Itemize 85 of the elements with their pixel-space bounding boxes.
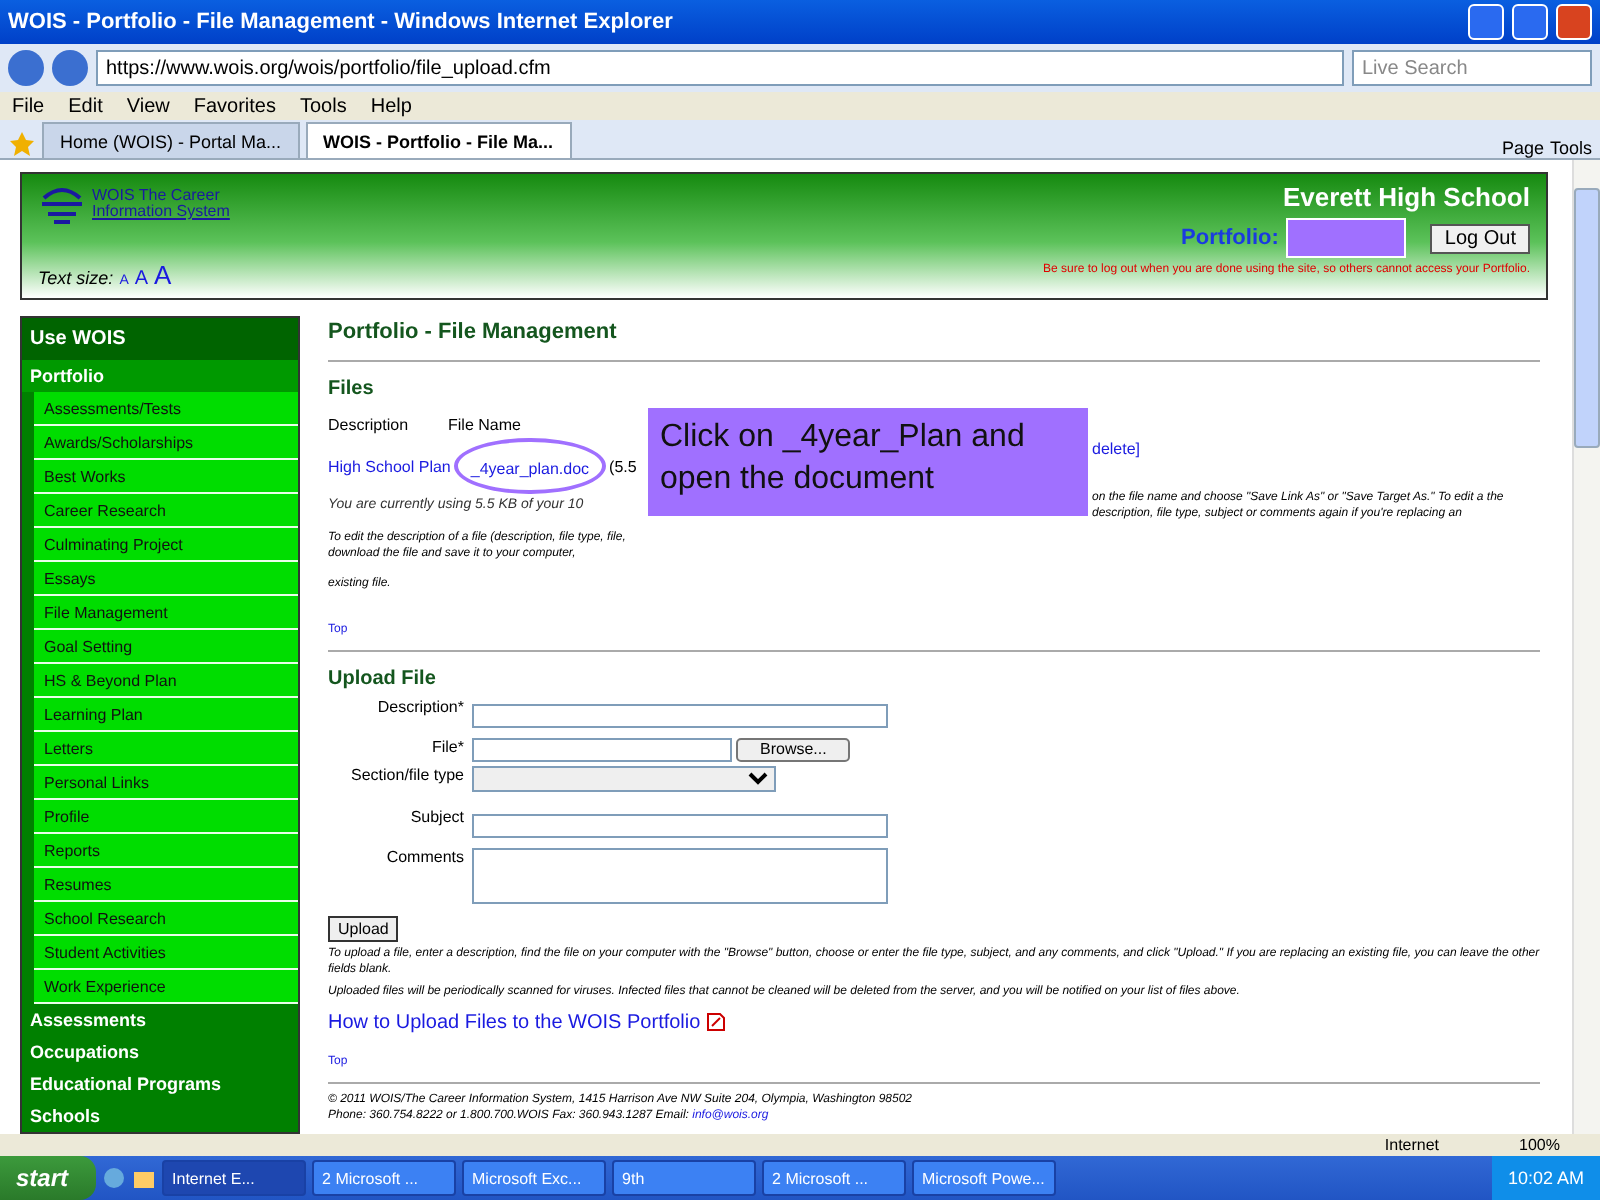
text-field[interactable] <box>472 813 888 838</box>
address-field[interactable]: https://www.wois.org/wois/portfolio/file_upload.cfm <box>96 50 1344 86</box>
menu-item[interactable]: View <box>126 95 170 117</box>
sidebar-item[interactable]: Educational Programs <box>22 1068 298 1100</box>
file-type-dropdown[interactable] <box>472 766 776 793</box>
sidebar-subitem[interactable]: Career Research <box>34 494 298 528</box>
forward-button[interactable] <box>52 50 88 86</box>
sidebar-subitem[interactable]: Personal Links <box>34 766 298 800</box>
taskbar-button[interactable]: 2 Microsoft ... <box>762 1160 907 1196</box>
menu-item[interactable]: File <box>12 95 45 117</box>
star-icon[interactable] <box>8 130 36 158</box>
sidebar-subitem[interactable]: Essays <box>34 562 298 596</box>
sidebar-subitem[interactable]: File Management <box>34 596 298 630</box>
sidebar-subitem[interactable]: Learning Plan <box>34 698 298 732</box>
menu-item[interactable]: Tools <box>299 95 347 117</box>
section-heading: Files <box>328 378 376 400</box>
sidebar-subitem[interactable]: Work Experience <box>34 970 298 1004</box>
delete-link[interactable]: delete] <box>1092 440 1540 458</box>
zone-text: Internet <box>1384 1136 1440 1154</box>
field-label: Comments <box>384 848 464 867</box>
comments-field[interactable] <box>472 848 888 905</box>
section-heading: Upload File <box>328 668 438 691</box>
sidebar-subitem[interactable]: Profile <box>34 800 298 834</box>
portfolio-label: Portfolio: <box>1181 226 1279 250</box>
text-size-label: Text size: <box>38 268 114 288</box>
sidebar-subitem[interactable]: Goal Setting <box>34 630 298 664</box>
start-button[interactable]: start <box>0 1156 97 1200</box>
sidebar-subitem[interactable]: Best Works <box>34 460 298 494</box>
file-path-field[interactable] <box>472 738 732 763</box>
sidebar-subitem[interactable]: Awards/Scholarships <box>34 426 298 460</box>
sidebar-item[interactable]: Schools <box>22 1100 298 1132</box>
sidebar-subitem[interactable]: Culminating Project <box>34 528 298 562</box>
browser-tab[interactable]: WOIS - Portfolio - File Ma... <box>305 122 572 158</box>
text-field[interactable] <box>472 703 888 728</box>
scrollbar[interactable] <box>1572 160 1600 1134</box>
menu-item[interactable]: Favorites <box>193 95 276 117</box>
taskbar-button[interactable]: Microsoft Exc... <box>462 1160 607 1196</box>
logo-icon <box>38 182 86 226</box>
sidebar-item[interactable]: Occupations <box>22 1036 298 1068</box>
taskbar-button[interactable]: 9th <box>612 1160 757 1196</box>
field-label: Description* <box>375 698 464 717</box>
sidebar-subitem[interactable]: Student Activities <box>34 936 298 970</box>
window-title: WOIS - Portfolio - File Management - Windows Internet Explorer <box>8 10 675 34</box>
field-label: Subject <box>408 808 464 827</box>
file-size: (5.5 <box>609 457 637 475</box>
toolbar-menu[interactable]: Tools <box>1549 138 1592 158</box>
clock: 10:02 AM <box>1507 1168 1584 1188</box>
text-size-link[interactable]: A <box>134 268 149 290</box>
file-name-link[interactable]: _4year_plan.doc <box>470 460 590 478</box>
logo-text: WOIS The Career <box>92 188 222 204</box>
school-name: Everett High School <box>1282 182 1530 212</box>
sidebar-subitem[interactable]: Reports <box>34 834 298 868</box>
text-size-link[interactable]: A <box>154 260 172 290</box>
pdf-icon <box>706 1012 727 1033</box>
taskbar-button[interactable]: Microsoft Powe... <box>912 1160 1057 1196</box>
field-label: File* <box>429 738 464 757</box>
sidebar-section-heading[interactable]: Portfolio <box>22 360 298 392</box>
sidebar-subitem[interactable]: Resumes <box>34 868 298 902</box>
sidebar-heading: Use WOIS <box>22 318 298 360</box>
back-button[interactable] <box>8 50 44 86</box>
instruction-callout: Click on _4year_Plan and open the document <box>648 408 1088 516</box>
search-field[interactable]: Live Search <box>1352 50 1592 86</box>
browse-button[interactable]: Browse... <box>736 738 851 763</box>
browser-tab[interactable]: Home (WOIS) - Portal Ma... <box>42 122 300 158</box>
sidebar-subitem[interactable]: HS & Beyond Plan <box>34 664 298 698</box>
field-label: Section/file type <box>349 766 464 785</box>
sidebar-subitem[interactable]: Assessments/Tests <box>34 392 298 426</box>
file-description-link[interactable]: High School Plan <box>328 457 451 475</box>
upload-button[interactable]: Upload <box>328 916 399 943</box>
zoom-level[interactable]: 100% <box>1519 1136 1560 1154</box>
column-header: File Name <box>448 416 521 434</box>
sidebar-item[interactable]: Assessments <box>22 1004 298 1036</box>
page-title: Portfolio - File Management <box>328 320 619 344</box>
menu-item[interactable]: Help <box>370 95 412 117</box>
toolbar-menu[interactable]: Page <box>1501 138 1544 158</box>
portfolio-name-box <box>1286 218 1407 258</box>
column-header: Description <box>328 416 409 434</box>
menu-item[interactable]: Edit <box>68 95 103 117</box>
taskbar-button[interactable]: 2 Microsoft ... <box>312 1160 457 1196</box>
how-to-link[interactable]: How to Upload Files to the WOIS Portfolio <box>328 1011 701 1034</box>
taskbar-button[interactable]: Internet E... <box>162 1160 307 1196</box>
logout-button[interactable]: Log Out <box>1430 223 1530 253</box>
sidebar-subitem[interactable]: School Research <box>34 902 298 936</box>
logo-text: Information System <box>92 204 230 220</box>
sidebar-subitem[interactable]: Letters <box>34 732 298 766</box>
